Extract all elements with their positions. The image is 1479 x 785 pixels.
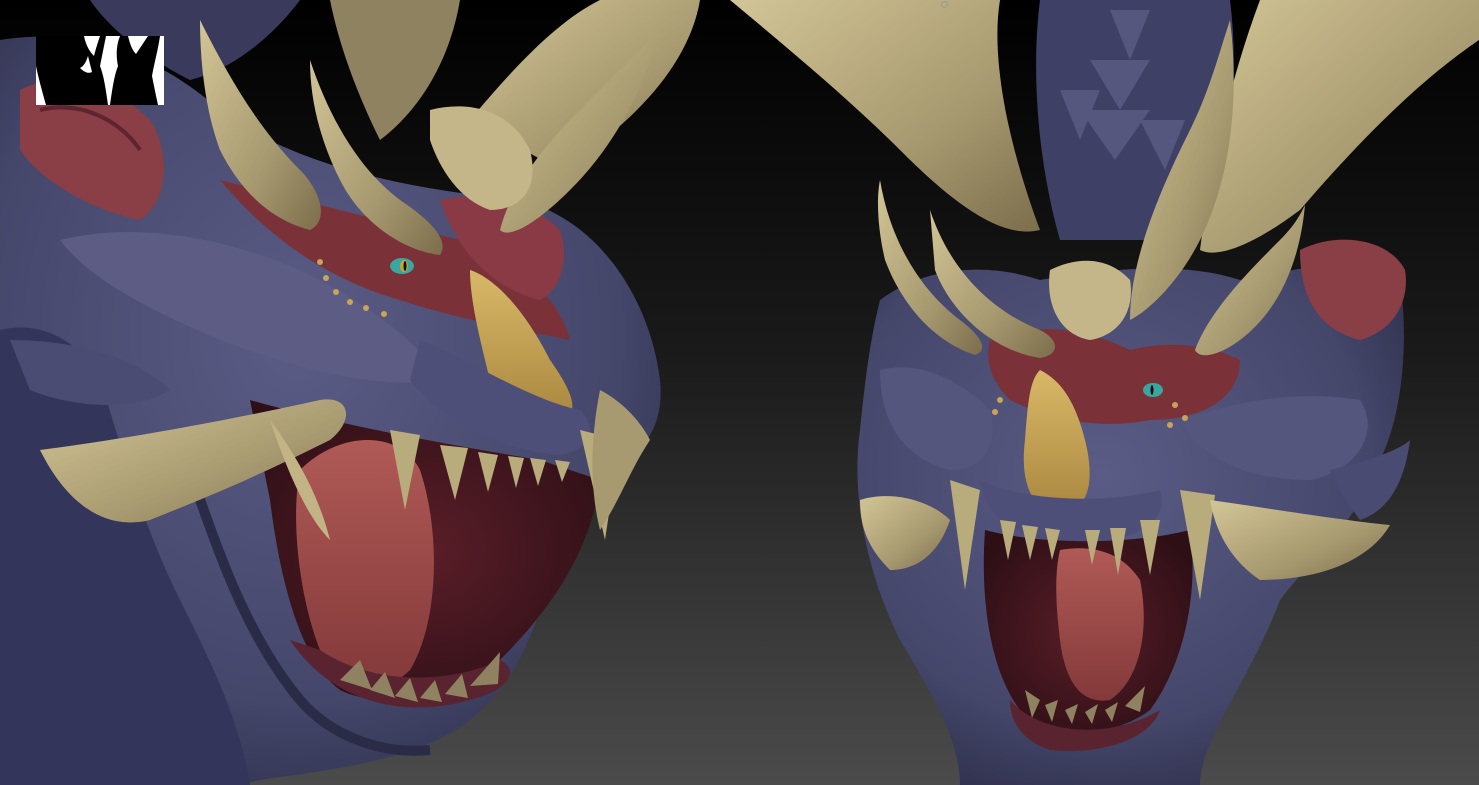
navigator-silhouette [36,36,160,105]
navigator-thumbnail[interactable] [36,36,164,105]
viewport-canvas[interactable] [0,0,1479,785]
silhouette-right-head [110,36,160,105]
silhouette-left-head [36,36,108,105]
pivot-marker [941,1,948,8]
sculpt-viewport[interactable] [0,0,1479,785]
